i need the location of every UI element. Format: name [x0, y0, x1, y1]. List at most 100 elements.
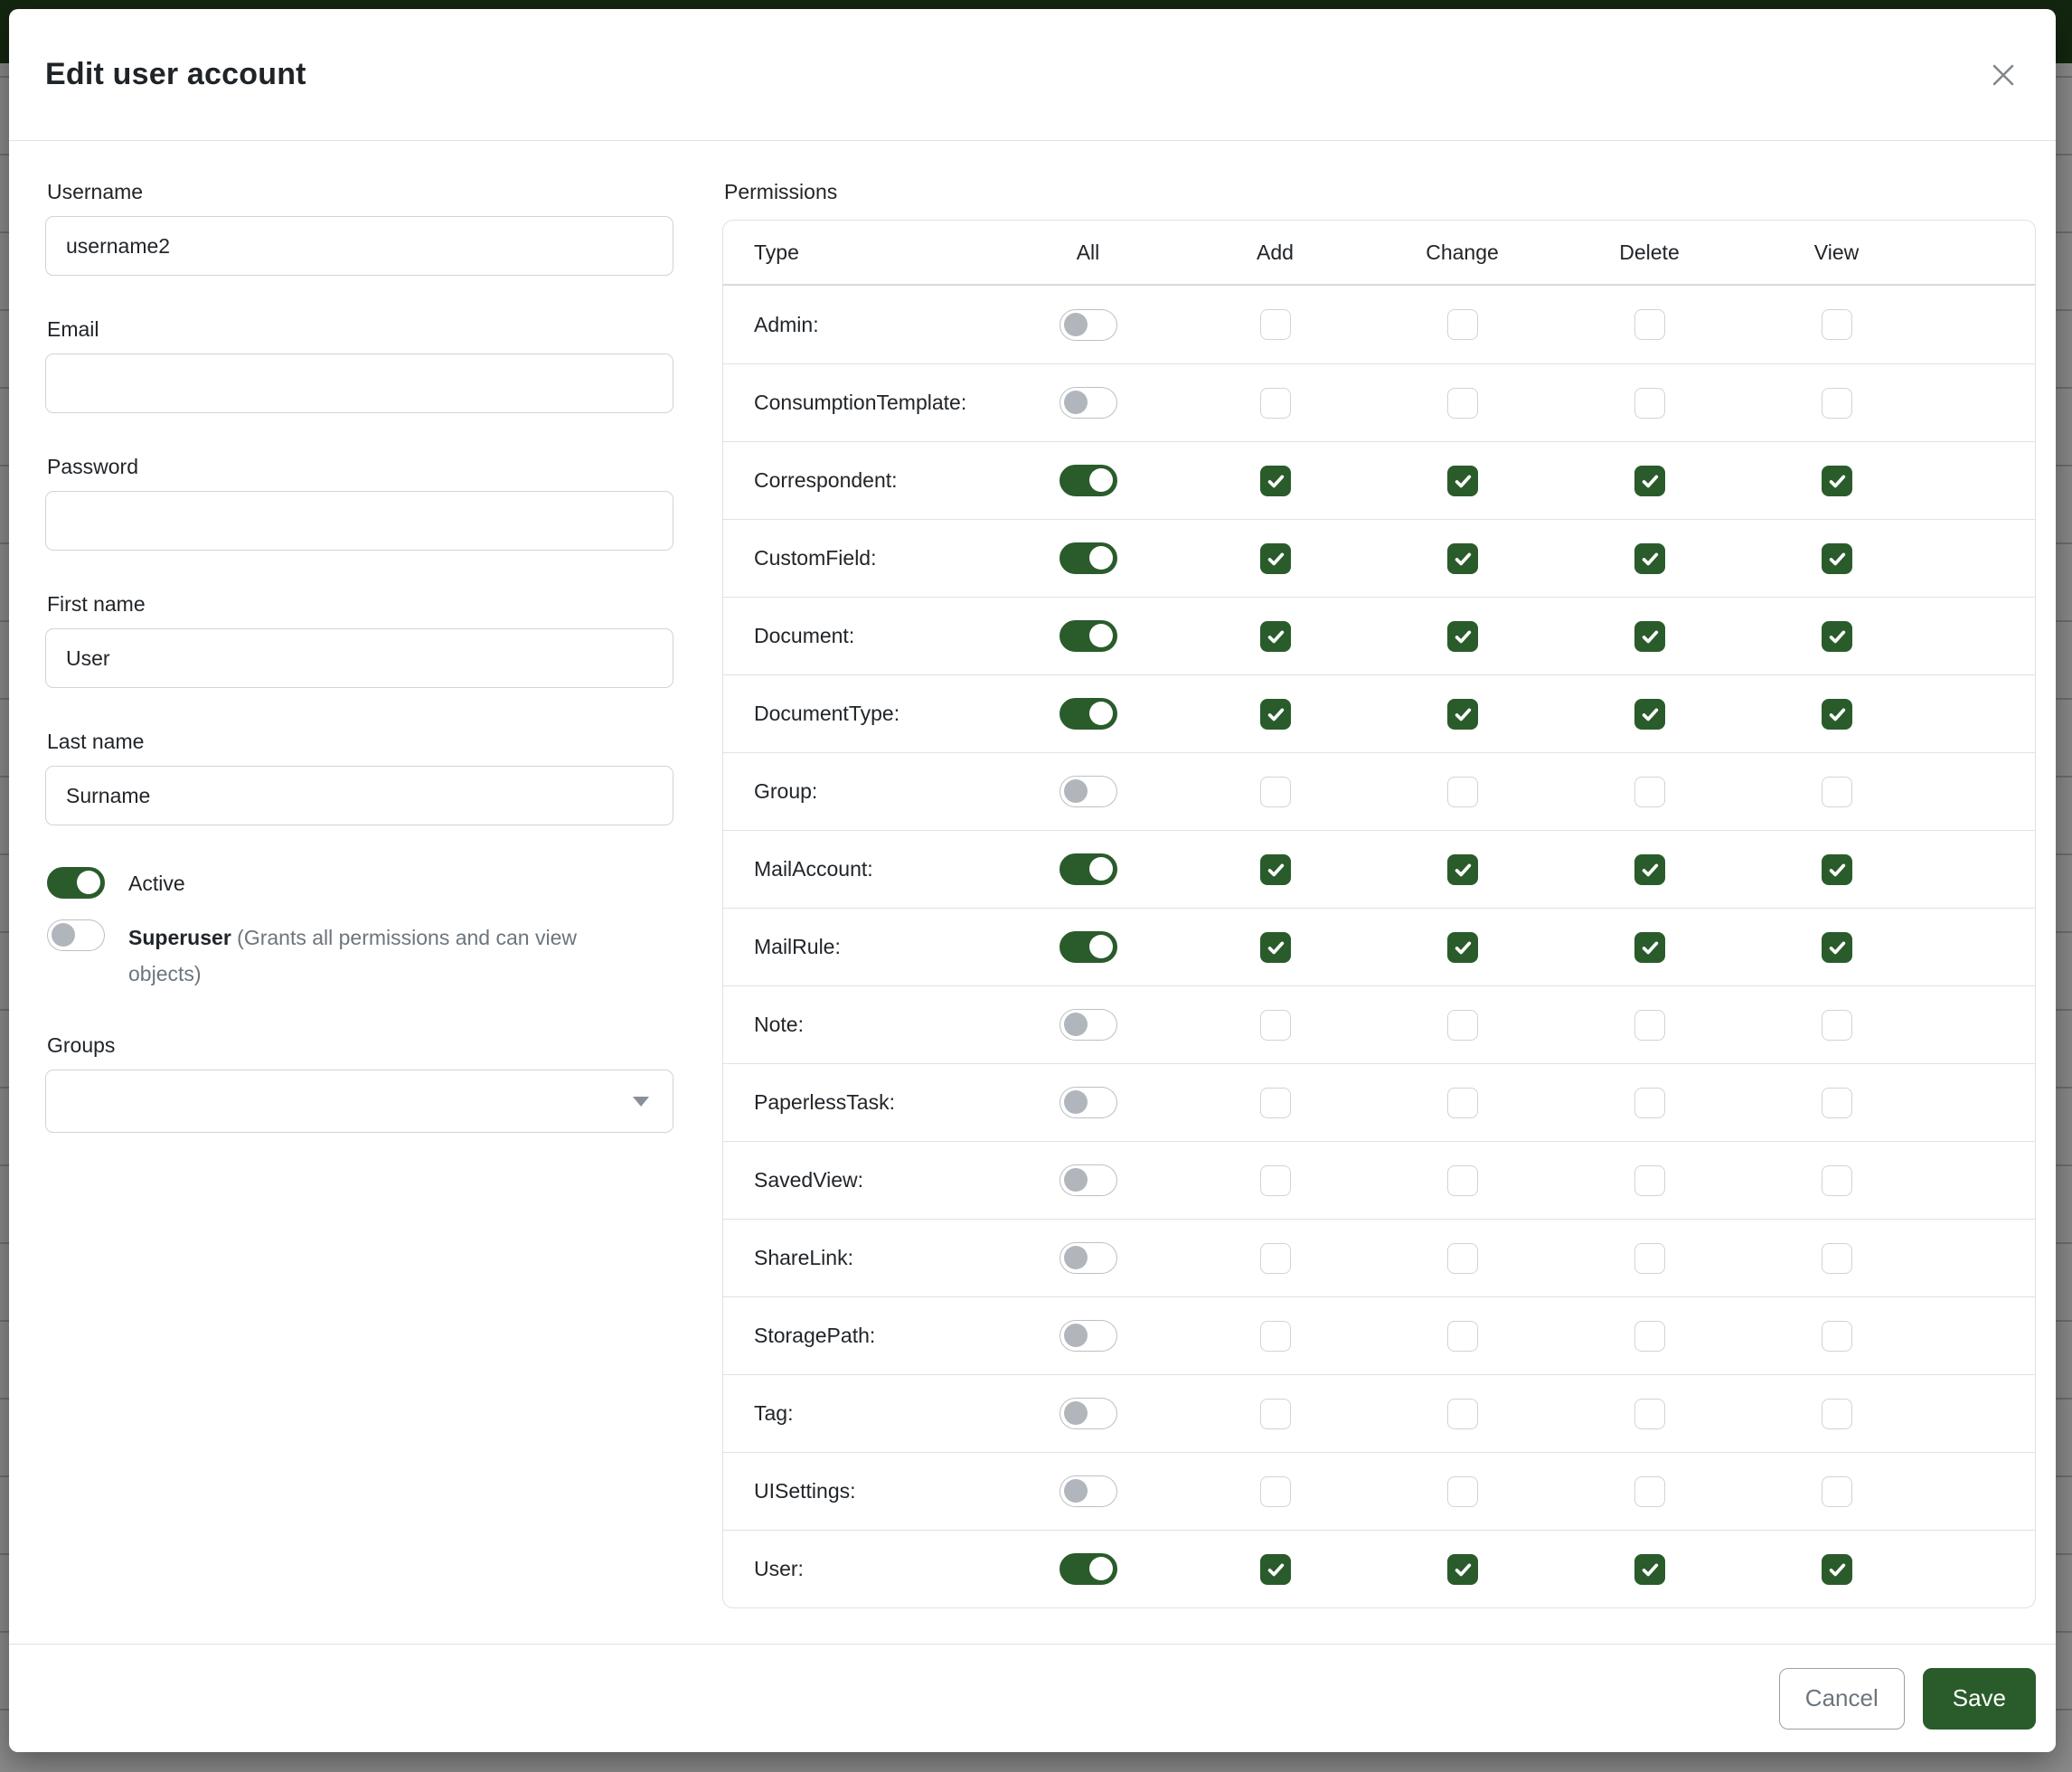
- permission-change-checkbox[interactable]: [1447, 699, 1478, 730]
- permission-all-toggle[interactable]: [1060, 1009, 1117, 1041]
- permission-change-checkbox[interactable]: [1447, 388, 1478, 419]
- permission-delete-checkbox[interactable]: [1634, 1321, 1665, 1352]
- permission-delete-checkbox[interactable]: [1634, 1088, 1665, 1118]
- permission-change-checkbox[interactable]: [1447, 1010, 1478, 1041]
- permission-view-checkbox[interactable]: [1822, 466, 1852, 496]
- groups-field-group: Groups: [45, 1033, 673, 1133]
- permission-all-toggle[interactable]: [1060, 1242, 1117, 1274]
- permission-change-checkbox[interactable]: [1447, 543, 1478, 574]
- permission-delete-checkbox[interactable]: [1634, 1165, 1665, 1196]
- permission-delete-checkbox[interactable]: [1634, 309, 1665, 340]
- permission-type-label: Note:: [723, 1013, 994, 1037]
- modal-footer: Cancel Save: [9, 1644, 2056, 1752]
- permission-view-checkbox[interactable]: [1822, 543, 1852, 574]
- permission-view-checkbox[interactable]: [1822, 1476, 1852, 1507]
- last-name-input[interactable]: [45, 766, 673, 825]
- permission-all-toggle[interactable]: [1060, 853, 1117, 885]
- permission-delete-checkbox[interactable]: [1634, 699, 1665, 730]
- password-input[interactable]: [45, 491, 673, 551]
- permission-add-checkbox[interactable]: [1260, 1165, 1291, 1196]
- permission-all-toggle[interactable]: [1060, 1320, 1117, 1352]
- permission-add-checkbox[interactable]: [1260, 1321, 1291, 1352]
- permission-add-checkbox[interactable]: [1260, 699, 1291, 730]
- permission-view-checkbox[interactable]: [1822, 1165, 1852, 1196]
- permission-add-checkbox[interactable]: [1260, 309, 1291, 340]
- permission-add-checkbox[interactable]: [1260, 388, 1291, 419]
- permission-view-checkbox[interactable]: [1822, 388, 1852, 419]
- permission-all-toggle[interactable]: [1060, 465, 1117, 496]
- permission-delete-checkbox[interactable]: [1634, 1554, 1665, 1585]
- permission-add-checkbox[interactable]: [1260, 1010, 1291, 1041]
- permission-all-toggle[interactable]: [1060, 309, 1117, 341]
- active-toggle[interactable]: [47, 867, 105, 899]
- superuser-toggle[interactable]: [47, 919, 105, 951]
- permission-delete-checkbox[interactable]: [1634, 543, 1665, 574]
- permission-delete-checkbox[interactable]: [1634, 1399, 1665, 1429]
- permission-add-checkbox[interactable]: [1260, 932, 1291, 963]
- permission-view-checkbox[interactable]: [1822, 1321, 1852, 1352]
- permission-change-checkbox[interactable]: [1447, 1399, 1478, 1429]
- permission-add-checkbox[interactable]: [1260, 621, 1291, 652]
- permission-add-checkbox[interactable]: [1260, 1476, 1291, 1507]
- permission-all-toggle[interactable]: [1060, 1475, 1117, 1507]
- permission-view-checkbox[interactable]: [1822, 621, 1852, 652]
- permission-view-checkbox[interactable]: [1822, 777, 1852, 807]
- cancel-button[interactable]: Cancel: [1779, 1668, 1905, 1730]
- permission-change-checkbox[interactable]: [1447, 621, 1478, 652]
- permission-all-toggle[interactable]: [1060, 776, 1117, 807]
- permission-delete-checkbox[interactable]: [1634, 1010, 1665, 1041]
- permission-delete-checkbox[interactable]: [1634, 388, 1665, 419]
- permission-all-toggle[interactable]: [1060, 698, 1117, 730]
- permission-view-checkbox[interactable]: [1822, 1554, 1852, 1585]
- permission-view-checkbox[interactable]: [1822, 1399, 1852, 1429]
- save-button[interactable]: Save: [1923, 1668, 2036, 1730]
- permission-all-toggle[interactable]: [1060, 931, 1117, 963]
- permission-change-checkbox[interactable]: [1447, 932, 1478, 963]
- permission-delete-checkbox[interactable]: [1634, 854, 1665, 885]
- permission-all-toggle[interactable]: [1060, 1164, 1117, 1196]
- permission-all-toggle[interactable]: [1060, 542, 1117, 574]
- permission-add-checkbox[interactable]: [1260, 777, 1291, 807]
- email-label: Email: [47, 317, 673, 342]
- permission-add-checkbox[interactable]: [1260, 1399, 1291, 1429]
- permission-add-checkbox[interactable]: [1260, 543, 1291, 574]
- permission-all-toggle[interactable]: [1060, 1398, 1117, 1429]
- email-input[interactable]: [45, 353, 673, 413]
- permission-add-checkbox[interactable]: [1260, 854, 1291, 885]
- username-input[interactable]: [45, 216, 673, 276]
- permission-delete-checkbox[interactable]: [1634, 932, 1665, 963]
- permission-delete-checkbox[interactable]: [1634, 621, 1665, 652]
- permission-change-checkbox[interactable]: [1447, 466, 1478, 496]
- permission-add-checkbox[interactable]: [1260, 1088, 1291, 1118]
- permission-change-checkbox[interactable]: [1447, 1321, 1478, 1352]
- permission-view-checkbox[interactable]: [1822, 854, 1852, 885]
- permission-change-checkbox[interactable]: [1447, 1476, 1478, 1507]
- permission-view-checkbox[interactable]: [1822, 699, 1852, 730]
- permission-delete-checkbox[interactable]: [1634, 1243, 1665, 1274]
- permission-view-checkbox[interactable]: [1822, 1088, 1852, 1118]
- permission-change-checkbox[interactable]: [1447, 777, 1478, 807]
- permission-view-checkbox[interactable]: [1822, 1243, 1852, 1274]
- permission-delete-checkbox[interactable]: [1634, 1476, 1665, 1507]
- permission-change-checkbox[interactable]: [1447, 854, 1478, 885]
- permission-delete-checkbox[interactable]: [1634, 777, 1665, 807]
- first-name-input[interactable]: [45, 628, 673, 688]
- permission-all-toggle[interactable]: [1060, 1087, 1117, 1118]
- permission-view-checkbox[interactable]: [1822, 932, 1852, 963]
- permission-change-checkbox[interactable]: [1447, 1088, 1478, 1118]
- permission-all-toggle[interactable]: [1060, 1553, 1117, 1585]
- permission-delete-checkbox[interactable]: [1634, 466, 1665, 496]
- permission-view-checkbox[interactable]: [1822, 309, 1852, 340]
- permission-add-checkbox[interactable]: [1260, 1554, 1291, 1585]
- permission-change-checkbox[interactable]: [1447, 309, 1478, 340]
- permission-change-checkbox[interactable]: [1447, 1554, 1478, 1585]
- permission-all-toggle[interactable]: [1060, 620, 1117, 652]
- permission-all-toggle[interactable]: [1060, 387, 1117, 419]
- permission-change-checkbox[interactable]: [1447, 1243, 1478, 1274]
- permission-add-checkbox[interactable]: [1260, 1243, 1291, 1274]
- permission-add-checkbox[interactable]: [1260, 466, 1291, 496]
- permission-view-checkbox[interactable]: [1822, 1010, 1852, 1041]
- permission-change-checkbox[interactable]: [1447, 1165, 1478, 1196]
- groups-select[interactable]: [45, 1070, 673, 1133]
- close-icon[interactable]: [1983, 55, 2023, 95]
